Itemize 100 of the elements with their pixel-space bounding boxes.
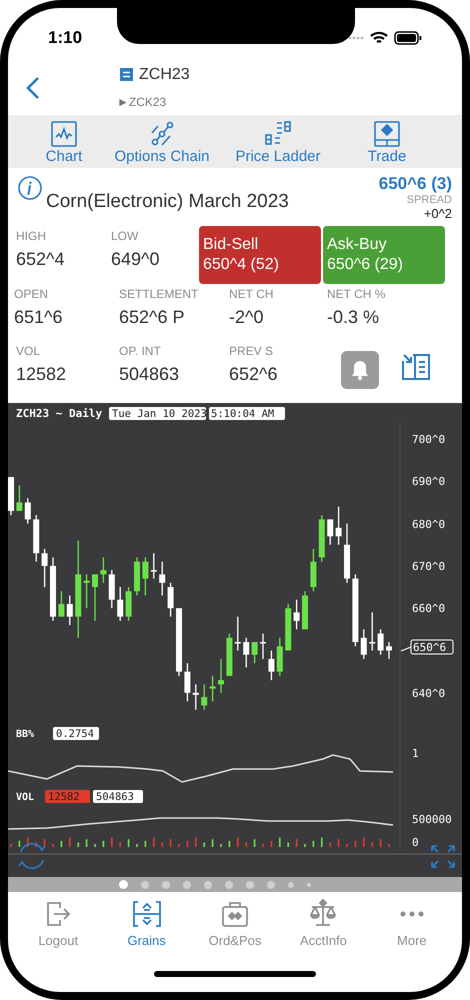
candlestick: [84, 574, 90, 608]
stat-label: VOL: [16, 345, 42, 357]
candlestick: [218, 658, 224, 693]
indicator-value: 0.2754: [53, 727, 99, 740]
candlestick: [168, 582, 174, 617]
stat-label: OP. INT: [119, 345, 162, 357]
more-icon: [398, 911, 425, 917]
candlestick: [386, 642, 392, 659]
tab-button[interactable]: AcctInfo: [279, 899, 368, 947]
quote-button[interactable]: Bid-Sell 650^4 (52): [199, 226, 321, 284]
list-icon: [120, 68, 133, 81]
candlestick: [302, 591, 308, 630]
chart-icon: [50, 120, 78, 148]
tab-button[interactable]: Grains: [102, 899, 191, 947]
candlestick: [318, 515, 325, 562]
candlestick: [276, 638, 283, 676]
tab-button[interactable]: Ord&Pos: [190, 899, 280, 947]
candlestick: [378, 629, 384, 655]
candlestick: [184, 663, 190, 702]
tab-button[interactable]: Logout: [14, 899, 102, 947]
battery-icon: [394, 31, 422, 45]
candlestick: [16, 486, 22, 511]
toolbar-button[interactable]: Trade: [334, 120, 440, 164]
candlestick: [117, 587, 124, 621]
candlestick: [108, 570, 115, 608]
stat-label: LOW: [111, 230, 140, 242]
wifi-icon: [370, 31, 388, 45]
candlestick: [226, 634, 232, 676]
candlestick: [42, 548, 48, 588]
stat-label: PREV S: [229, 345, 274, 357]
candlestick: [24, 498, 31, 524]
candlestick: [260, 634, 266, 659]
stat-value: 649^0: [111, 250, 160, 268]
briefcase-icon: [220, 899, 250, 929]
toolbar-button[interactable]: Options Chain: [102, 120, 222, 164]
spread-value: +0^2: [424, 207, 452, 220]
candlestick: [201, 684, 208, 710]
next-symbol[interactable]: ►ZCK23: [117, 92, 190, 110]
candlestick: [360, 629, 367, 659]
stat-label: NET CH %: [327, 288, 386, 300]
status-time: 1:10: [48, 27, 82, 50]
price-axis-label: 670^0: [412, 560, 446, 573]
stat-label: SETTLEMENT: [119, 288, 200, 300]
info-icon[interactable]: [18, 176, 42, 200]
candlestick: [58, 591, 64, 617]
candlestick: [176, 608, 182, 676]
price-axis-label: 680^0: [412, 518, 446, 531]
tab-button[interactable]: More: [368, 899, 456, 947]
volume-value: 12582: [45, 790, 90, 803]
candlestick: [369, 612, 376, 650]
symbol-title: ZCH23: [139, 64, 190, 84]
ladder-icon: [264, 120, 292, 148]
back-icon[interactable]: [26, 76, 40, 100]
indicator-axis-label: 1: [412, 747, 419, 760]
stat-value: 651^6: [14, 308, 64, 326]
toolbar-button[interactable]: Chart: [26, 120, 102, 164]
candlestick: [234, 616, 241, 650]
candlestick: [134, 557, 140, 596]
stat-label: OPEN: [14, 288, 50, 300]
stat-label: HIGH: [16, 230, 47, 242]
candlestick: [192, 684, 199, 710]
indicator-label: BB%: [16, 729, 34, 740]
candlestick: [150, 553, 157, 579]
expand-icon[interactable]: [431, 845, 455, 868]
stat-label: NET CH: [229, 288, 274, 300]
candlestick: [243, 638, 250, 668]
chart-title: ZCH23 ~ Daily: [16, 407, 102, 420]
stat-value: -2^0: [229, 308, 264, 326]
chart-date: Tue Jan 10 2023: [109, 407, 207, 420]
chart-time: 5:10:04 AM: [209, 407, 285, 420]
spread-label: SPREAD: [406, 195, 452, 206]
price-axis-label: 660^0: [412, 602, 446, 615]
candlestick: [344, 524, 350, 583]
candlestick: [327, 519, 334, 545]
signal-icon: [348, 36, 364, 40]
stat-value: 652^6: [229, 365, 278, 383]
refresh-icon[interactable]: [18, 843, 46, 869]
price-axis-label: 690^0: [412, 475, 446, 488]
price-axis-label: 640^0: [412, 687, 446, 700]
candlestick: [33, 515, 40, 562]
instrument-name: Corn(Electronic) March 2023: [46, 190, 289, 214]
toolbar-button[interactable]: Price Ladder: [222, 120, 334, 164]
alert-button[interactable]: [341, 351, 379, 389]
candlestick: [92, 574, 98, 621]
price-axis-label: 700^0: [412, 433, 446, 446]
scale-icon: [308, 899, 338, 929]
candlestick: [285, 604, 292, 650]
open-interest-value: 504863: [93, 790, 143, 803]
candlestick: [8, 477, 14, 516]
candlestick: [142, 557, 148, 596]
quote-button[interactable]: Ask-Buy 650^6 (29): [323, 226, 445, 284]
stat-value: 504863: [119, 365, 180, 383]
last-price: 650^6 (3): [378, 175, 452, 192]
import-list-icon[interactable]: [401, 353, 431, 381]
candlestick: [210, 676, 216, 702]
trade-icon: [373, 120, 401, 148]
grains-icon: [132, 899, 162, 929]
candlestick: [66, 596, 73, 626]
candlestick: [100, 557, 106, 583]
stat-value: 12582: [16, 365, 68, 383]
